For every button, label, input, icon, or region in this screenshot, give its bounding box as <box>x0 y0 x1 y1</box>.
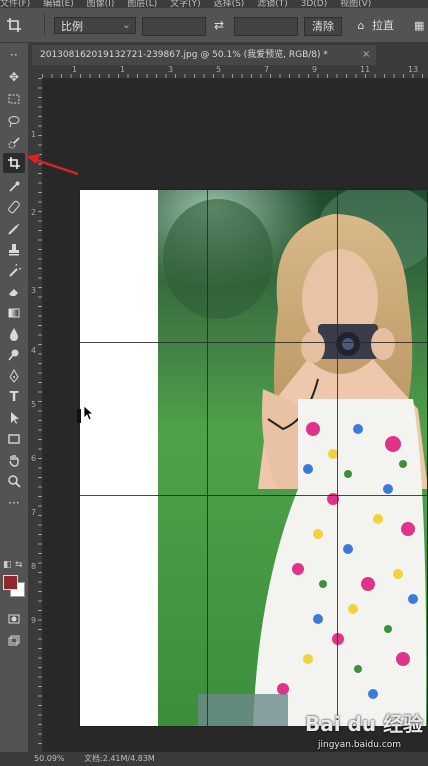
healing-brush-tool-icon[interactable] <box>3 197 25 217</box>
ruler-h-label: 13 <box>408 65 419 74</box>
overlay-grid-icon[interactable]: ▦ <box>414 17 428 34</box>
default-colors-icon[interactable]: ◧ <box>3 560 12 570</box>
menu-3d[interactable]: 3D(D) <box>301 0 328 8</box>
mouse-cursor-icon <box>83 405 95 421</box>
type-tool-icon[interactable]: T <box>3 387 25 407</box>
clear-button[interactable]: 清除 <box>304 17 342 36</box>
ruler-h-label: 1 <box>72 65 78 74</box>
swap-dimensions-icon[interactable]: ⇄ <box>210 17 228 34</box>
horizontal-ruler[interactable]: 1 1 3 5 7 9 11 13 <box>42 65 428 79</box>
options-bar: 比例 ⇄ 清除 ⌂ 拉直 ▦ <box>0 8 428 43</box>
clone-stamp-tool-icon[interactable] <box>3 240 25 260</box>
options-separator <box>44 14 45 36</box>
eraser-tool-icon[interactable] <box>3 282 25 302</box>
ruler-v-label: 1 <box>31 130 37 139</box>
document-tab[interactable]: 2013081620191327​21-239867.jpg @ 50.1% (… <box>32 45 376 65</box>
menu-filter[interactable]: 滤镜(T) <box>257 0 288 8</box>
edit-toolbar-icon[interactable]: ··· <box>3 493 25 513</box>
brush-tool-icon[interactable] <box>3 219 25 239</box>
menu-bar: 文件(F) 编辑(E) 图像(I) 图层(L) 文字(Y) 选择(S) 滤镜(T… <box>0 0 428 8</box>
document-tab-title: 2013081620191327​21-239867.jpg @ 50.1% (… <box>40 50 328 60</box>
ratio-height-input[interactable] <box>234 17 298 36</box>
swap-colors-icon[interactable]: ⇆ <box>15 560 23 570</box>
foreground-color-swatch[interactable] <box>3 575 18 590</box>
lasso-tool-icon[interactable] <box>3 111 25 131</box>
ruler-v-label: 2 <box>31 208 37 217</box>
ruler-h-label: 11 <box>360 65 371 74</box>
ruler-h-label: 3 <box>168 65 174 74</box>
menu-type[interactable]: 文字(Y) <box>170 0 201 8</box>
zoom-level[interactable]: 50.09% <box>34 752 65 766</box>
gradient-tool-icon[interactable] <box>3 303 25 323</box>
straighten-icon[interactable]: ⌂ <box>354 17 368 34</box>
screen-mode-icon[interactable] <box>3 631 25 651</box>
ruler-v-label: 9 <box>31 616 37 625</box>
crop-grid-line <box>80 342 427 343</box>
history-brush-tool-icon[interactable] <box>3 261 25 281</box>
ruler-v-label: 8 <box>31 562 37 571</box>
toolbar-grip-icon: ·· <box>10 48 18 62</box>
ruler-h-label: 5 <box>216 65 222 74</box>
menu-layer[interactable]: 图层(L) <box>127 0 157 8</box>
crop-grid-line <box>337 190 338 726</box>
menu-image[interactable]: 图像(I) <box>87 0 115 8</box>
rectangle-tool-icon[interactable] <box>3 429 25 449</box>
zoom-tool-icon[interactable] <box>3 471 25 491</box>
crop-grid-line <box>207 190 208 726</box>
ratio-select[interactable]: 比例 <box>54 16 136 34</box>
crop-grid-line <box>80 495 427 496</box>
ruler-v-label: 4 <box>31 346 37 355</box>
ratio-width-input[interactable] <box>142 17 206 36</box>
crop-frame[interactable] <box>79 189 428 727</box>
pen-tool-icon[interactable] <box>3 366 25 386</box>
dodge-tool-icon[interactable] <box>3 345 25 365</box>
hand-tool-icon[interactable] <box>3 450 25 470</box>
menu-file[interactable]: 文件(F) <box>0 0 30 8</box>
status-bar: 50.09% 文档:2.41M/4.83M <box>0 752 428 766</box>
canvas-area[interactable] <box>43 79 428 752</box>
crop-icon <box>7 18 21 32</box>
ruler-v-label: 6 <box>31 454 37 463</box>
ruler-v-label: 5 <box>31 400 37 409</box>
document-size[interactable]: 文档:2.41M/4.83M <box>84 752 155 766</box>
ruler-h-label: 7 <box>264 65 270 74</box>
move-tool-icon[interactable]: ✥ <box>3 67 25 87</box>
eyedropper-tool-icon[interactable] <box>3 177 25 197</box>
marquee-tool-icon[interactable] <box>3 89 25 109</box>
crop-handle-left[interactable] <box>77 409 81 423</box>
ruler-v-label: 3 <box>31 286 37 295</box>
quick-mask-icon[interactable] <box>3 609 25 629</box>
annotation-arrow-icon <box>26 154 79 176</box>
close-icon[interactable]: × <box>362 45 370 65</box>
crop-tool-preset-button[interactable] <box>6 17 34 34</box>
menu-view[interactable]: 视图(V) <box>340 0 371 8</box>
ruler-origin[interactable] <box>29 65 42 78</box>
blur-tool-icon[interactable] <box>3 324 25 344</box>
ruler-v-label: 7 <box>31 508 37 517</box>
watermark-url: jingyan.baidu.com <box>318 740 402 750</box>
ruler-h-label: 1 <box>120 65 126 74</box>
menu-edit[interactable]: 编辑(E) <box>43 0 74 8</box>
ruler-h-label: 9 <box>312 65 318 74</box>
document-tab-bar: 2013081620191327​21-239867.jpg @ 50.1% (… <box>29 43 428 65</box>
straighten-button[interactable]: 拉直 <box>372 17 404 34</box>
path-selection-tool-icon[interactable] <box>3 408 25 428</box>
menu-select[interactable]: 选择(S) <box>214 0 245 8</box>
baidu-jingyan-logo: Bai du 经验 <box>305 712 424 736</box>
